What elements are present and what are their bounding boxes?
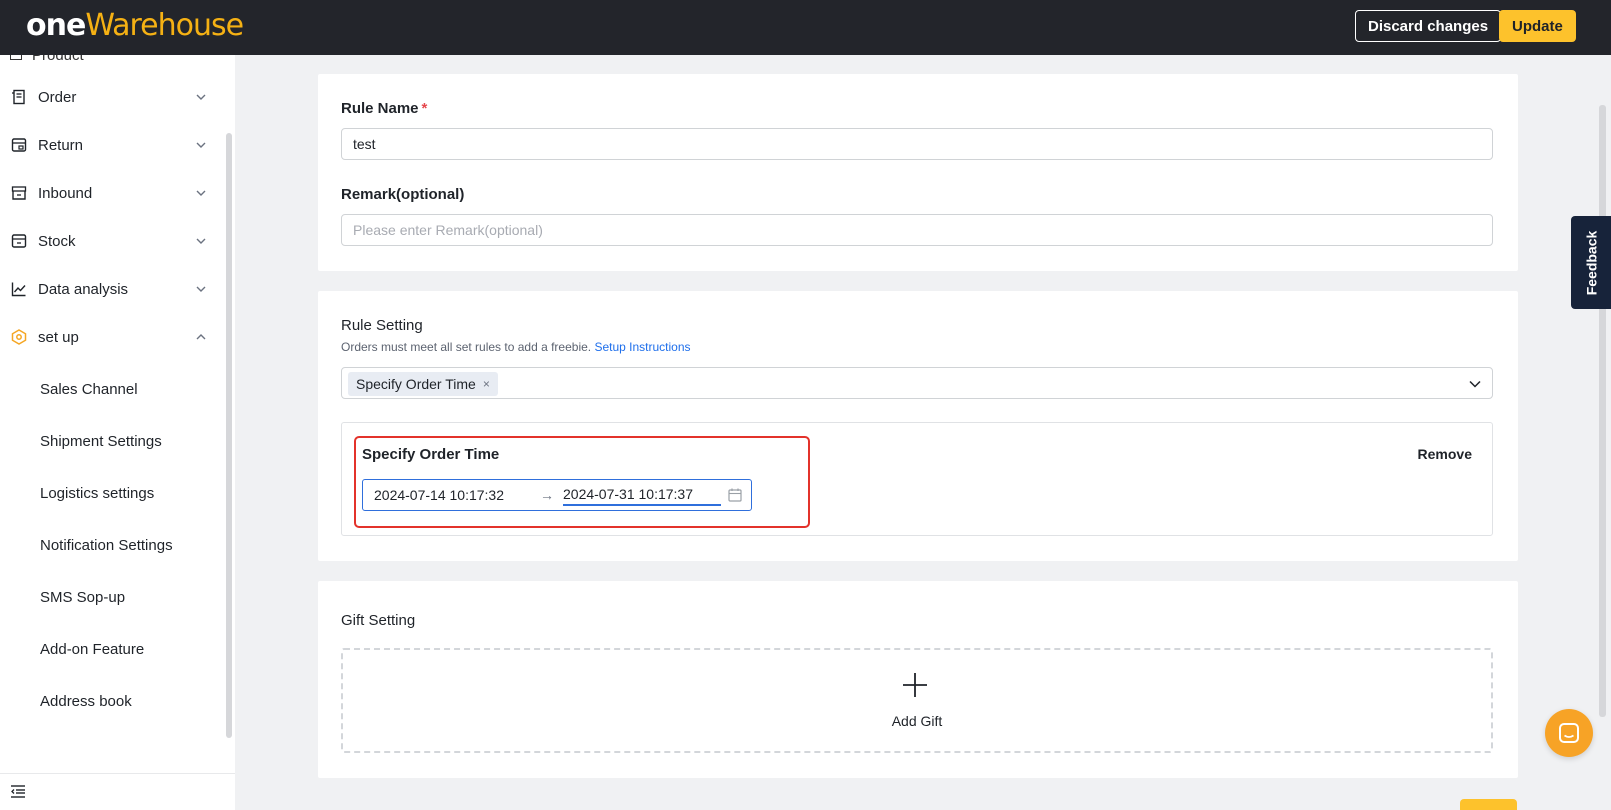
- sidebar-item-label: Data analysis: [38, 280, 129, 298]
- stock-icon: [10, 232, 28, 250]
- sidebar-item-label: Product: [32, 55, 84, 64]
- sidebar-scrollbar[interactable]: [226, 133, 232, 738]
- sidebar-subitem-add-on-feature[interactable]: Add-on Feature: [40, 641, 144, 658]
- chevron-down-icon: [196, 142, 206, 148]
- sidebar-item-stock[interactable]: Stock: [0, 223, 225, 259]
- add-gift-button[interactable]: Add Gift: [341, 648, 1493, 753]
- sidebar-item-set-up[interactable]: set up: [0, 319, 225, 355]
- sidebar-subitem-sms-sop-up[interactable]: SMS Sop-up: [40, 589, 125, 606]
- rule-block-title: Specify Order Time: [362, 446, 500, 463]
- setup-icon: [10, 328, 28, 346]
- rule-setting-title: Rule Setting: [341, 317, 423, 334]
- order-time-rule-block: Specify Order Time Remove 2024-07-14 10:…: [341, 422, 1493, 536]
- chevron-down-icon: [196, 286, 206, 292]
- basic-info-card: Rule Name * test Remark(optional): [318, 74, 1518, 271]
- range-arrow-icon: →: [540, 487, 554, 503]
- rule-name-label-text: Rule Name: [341, 100, 419, 117]
- remark-input[interactable]: [341, 214, 1493, 246]
- feedback-label: Feedback: [1583, 230, 1599, 295]
- sidebar-item-label: Stock: [38, 232, 76, 250]
- remark-label: Remark(optional): [341, 186, 465, 203]
- sidebar-item-inbound[interactable]: Inbound: [0, 175, 225, 211]
- chevron-down-icon: [196, 94, 206, 100]
- data-analysis-icon: [10, 280, 28, 298]
- setup-instructions-link[interactable]: Setup Instructions: [594, 340, 690, 354]
- order-time-range-picker[interactable]: 2024-07-14 10:17:32 → 2024-07-31 10:17:3…: [362, 479, 752, 511]
- rule-name-label: Rule Name *: [341, 100, 427, 117]
- sidebar: Product Order Return Inbound Stock Data: [0, 55, 235, 810]
- sidebar-subitem-notification-settings[interactable]: Notification Settings: [40, 537, 173, 554]
- gift-setting-card: Gift Setting Add Gift: [318, 581, 1518, 778]
- bottom-action-button[interactable]: [1460, 799, 1517, 810]
- tag-close-icon[interactable]: ×: [483, 377, 490, 391]
- selected-rule-tag-label: Specify Order Time: [356, 376, 476, 392]
- end-time-input[interactable]: 2024-07-31 10:17:37: [563, 486, 721, 506]
- onewarehouse-logo[interactable]: oneWarehouse: [26, 8, 244, 43]
- chevron-up-icon: [196, 334, 206, 340]
- selected-rule-tag: Specify Order Time ×: [348, 372, 498, 396]
- sidebar-item-label: Return: [38, 136, 84, 154]
- rule-setting-hint-text: Orders must meet all set rules to add a …: [341, 340, 592, 354]
- logo-warehouse-text: Warehouse: [85, 8, 244, 43]
- required-mark: *: [421, 100, 428, 117]
- sidebar-item-label: Inbound: [38, 184, 93, 202]
- start-time-input[interactable]: 2024-07-14 10:17:32: [374, 487, 504, 503]
- inbound-icon: [10, 184, 28, 202]
- remove-rule-button[interactable]: Remove: [1418, 446, 1472, 462]
- sidebar-footer: [0, 773, 235, 810]
- sidebar-item-return[interactable]: Return: [0, 127, 225, 163]
- sidebar-item-product-partial[interactable]: Product: [10, 55, 84, 64]
- sidebar-item-label: set up: [38, 328, 79, 346]
- chevron-down-icon[interactable]: [1468, 377, 1482, 391]
- plus-icon: [903, 673, 927, 697]
- discard-changes-button[interactable]: Discard changes: [1355, 10, 1502, 42]
- feedback-tab[interactable]: Feedback: [1571, 216, 1611, 309]
- box-icon: [10, 55, 22, 61]
- rule-setting-card: Rule Setting Orders must meet all set ru…: [318, 291, 1518, 561]
- return-icon: [10, 136, 28, 154]
- collapse-menu-icon[interactable]: [10, 784, 26, 798]
- calendar-icon[interactable]: [728, 488, 742, 502]
- rule-name-input[interactable]: test: [341, 128, 1493, 160]
- main-scrollbar[interactable]: [1599, 105, 1606, 717]
- sidebar-subitem-sales-channel[interactable]: Sales Channel: [40, 381, 138, 398]
- chat-icon: [1559, 723, 1579, 743]
- chat-support-button[interactable]: [1545, 709, 1593, 757]
- order-icon: [10, 88, 28, 106]
- sidebar-item-data-analysis[interactable]: Data analysis: [0, 271, 225, 307]
- gift-setting-title: Gift Setting: [341, 612, 416, 629]
- sidebar-subitem-address-book[interactable]: Address book: [40, 693, 132, 710]
- rule-type-select[interactable]: Specify Order Time ×: [341, 367, 1493, 399]
- sidebar-item-order[interactable]: Order: [0, 79, 225, 115]
- sidebar-item-label: Order: [38, 88, 77, 106]
- rule-setting-hint: Orders must meet all set rules to add a …: [341, 340, 691, 354]
- add-gift-label: Add Gift: [891, 713, 943, 729]
- logo-one-text: one: [26, 8, 86, 43]
- update-button[interactable]: Update: [1499, 10, 1576, 42]
- sidebar-subitem-shipment-settings[interactable]: Shipment Settings: [40, 433, 162, 450]
- chevron-down-icon: [196, 238, 206, 244]
- chevron-down-icon: [196, 190, 206, 196]
- sidebar-subitem-logistics-settings[interactable]: Logistics settings: [40, 485, 154, 502]
- top-bar: oneWarehouse Discard changes Update: [0, 0, 1611, 55]
